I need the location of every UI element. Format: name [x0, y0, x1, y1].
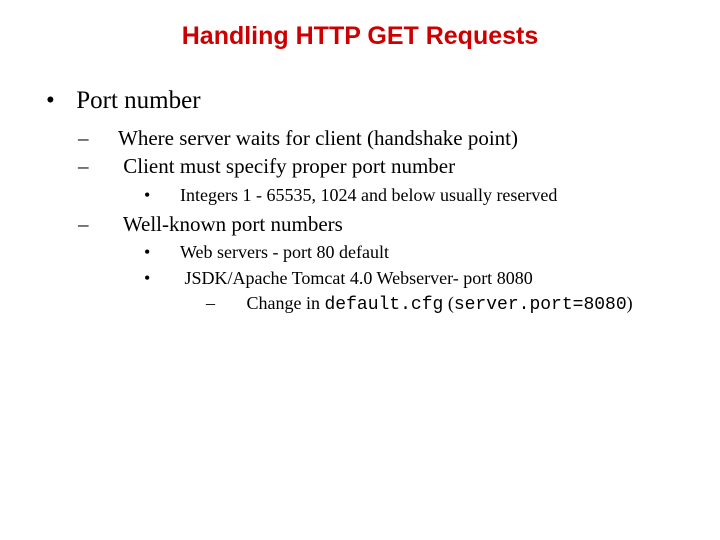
bullet-text: Where server waits for client (handshake…: [118, 126, 518, 150]
bullet-list-level-2: Where server waits for client (handshake…: [98, 125, 670, 317]
bullet-item: Integers 1 - 65535, 1024 and below usual…: [162, 184, 670, 207]
bullet-list-level-1: Port number Where server waits for clien…: [50, 87, 670, 317]
slide-title: Handling HTTP GET Requests: [110, 22, 610, 51]
bullet-item: Web servers - port 80 default: [162, 241, 670, 264]
bullet-list-level-3: Web servers - port 80 default JSDK/Apach…: [162, 241, 670, 317]
bullet-text: Integers 1 - 65535, 1024 and below usual…: [180, 185, 557, 205]
bullet-item: Port number Where server waits for clien…: [50, 87, 670, 317]
bullet-list-level-4: Change in default.cfg (server.port=8080): [224, 292, 670, 317]
bullet-item: Where server waits for client (handshake…: [98, 125, 670, 151]
bullet-text-part: Change in: [247, 293, 325, 313]
bullet-text: Client must specify proper port number: [123, 154, 455, 178]
bullet-text: JSDK/Apache Tomcat 4.0 Webserver- port 8…: [185, 268, 533, 288]
bullet-item: JSDK/Apache Tomcat 4.0 Webserver- port 8…: [162, 267, 670, 318]
bullet-item: Well-known port numbers Web servers - po…: [98, 211, 670, 317]
bullet-text-part: (: [443, 293, 454, 313]
bullet-text: Well-known port numbers: [123, 212, 343, 236]
bullet-text: Web servers - port 80 default: [180, 242, 389, 262]
bullet-list-level-3: Integers 1 - 65535, 1024 and below usual…: [162, 184, 670, 207]
bullet-text-code: default.cfg: [325, 295, 444, 315]
bullet-text-part: ): [627, 293, 633, 313]
bullet-text-code: server.port=8080: [454, 295, 627, 315]
bullet-item: Change in default.cfg (server.port=8080): [224, 292, 670, 317]
bullet-text: Port number: [76, 87, 200, 114]
bullet-item: Client must specify proper port number I…: [98, 153, 670, 207]
